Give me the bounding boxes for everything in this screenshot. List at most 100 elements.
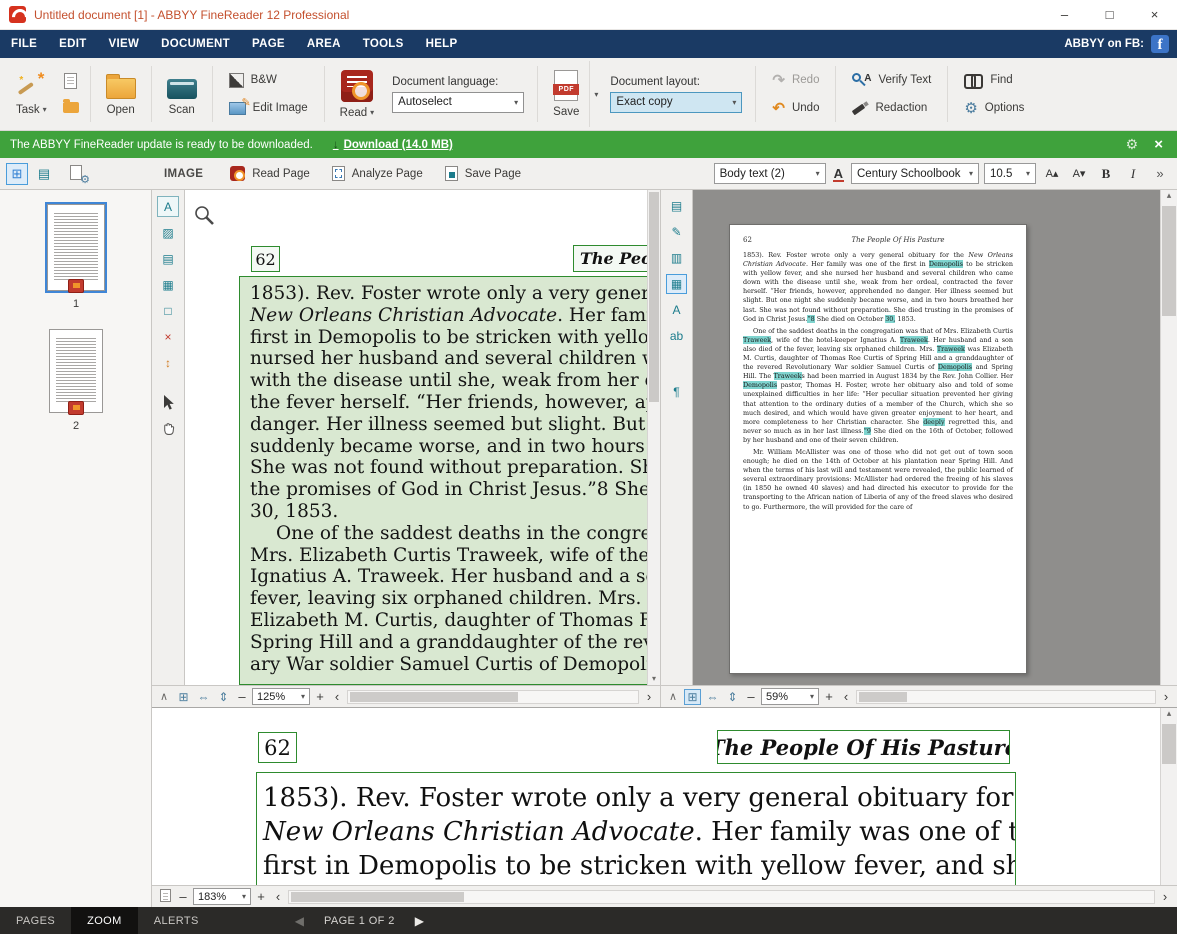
zoom-out-button[interactable]: – — [235, 689, 249, 704]
update-settings-gear-icon[interactable]: ⚙ — [1126, 136, 1139, 153]
redaction-button[interactable]: Redaction — [846, 96, 937, 121]
tab-pages[interactable]: PAGES — [0, 907, 71, 934]
zoom-in-button[interactable]: + — [254, 889, 268, 904]
zoom-window-page-icon[interactable] — [157, 889, 173, 905]
fit-height-icon[interactable]: ⇕ — [215, 689, 232, 705]
scrollbar-thumb[interactable] — [291, 892, 464, 902]
scroll-up-icon[interactable]: ▴ — [1167, 190, 1172, 200]
scrollbar-thumb[interactable] — [1162, 206, 1176, 316]
collapse-panel-icon[interactable]: ∧ — [665, 690, 681, 703]
spell-check-icon[interactable]: ab — [666, 326, 687, 346]
decrease-font-button[interactable]: A▾ — [1068, 163, 1090, 184]
open-recent-button[interactable] — [60, 98, 82, 118]
image-area-tool[interactable]: ▨ — [157, 222, 179, 243]
fit-page-icon[interactable]: ⊞ — [684, 689, 701, 705]
scroll-right-icon[interactable]: › — [1158, 889, 1172, 904]
image-horizontal-scrollbar[interactable] — [347, 690, 639, 704]
menu-item-document[interactable]: DOCUMENT — [150, 30, 241, 58]
scrollbar-thumb[interactable] — [649, 192, 659, 402]
increase-font-button[interactable]: A▴ — [1041, 163, 1063, 184]
pan-tool[interactable] — [157, 418, 179, 439]
text-vertical-scrollbar[interactable]: ▴ — [1160, 190, 1177, 685]
zoom-horizontal-scrollbar[interactable] — [288, 890, 1155, 904]
font-properties-icon[interactable]: A — [831, 166, 846, 181]
scrollbar-thumb[interactable] — [859, 692, 907, 702]
image-zoom-select[interactable]: 125%▾ — [252, 688, 310, 705]
options-button[interactable]: ⚙Options — [958, 96, 1030, 121]
scroll-down-icon[interactable]: ▾ — [648, 674, 660, 683]
recognized-paragraph[interactable]: One of the saddest deaths in the congreg… — [743, 327, 1013, 445]
menu-item-view[interactable]: VIEW — [98, 30, 151, 58]
close-button[interactable]: × — [1132, 0, 1177, 29]
redo-button[interactable]: ↷Redo — [766, 68, 825, 93]
menu-item-page[interactable]: PAGE — [241, 30, 296, 58]
delete-area-tool[interactable]: × — [157, 326, 179, 347]
analyze-page-button[interactable]: Analyze Page — [321, 158, 434, 189]
scrollbar-thumb[interactable] — [350, 692, 518, 702]
text-area-tool[interactable]: A — [157, 196, 179, 217]
exact-layout-view-icon[interactable]: ▦ — [666, 274, 687, 294]
open-button[interactable]: Open — [96, 61, 146, 127]
text-zoom-select[interactable]: 59%▾ — [761, 688, 819, 705]
page-properties-button[interactable]: ⚙ — [68, 164, 88, 184]
scanned-page-canvas[interactable]: 62 The People Of His Pasture 1853). Rev.… — [185, 190, 647, 685]
text-horizontal-scrollbar[interactable] — [856, 690, 1156, 704]
zoom-out-button[interactable]: – — [176, 889, 190, 904]
fit-width-icon[interactable]: ⇔ — [195, 689, 212, 705]
tab-alerts[interactable]: ALERTS — [138, 907, 215, 934]
read-page-button[interactable]: Read Page — [219, 158, 321, 189]
minimize-button[interactable]: – — [1042, 0, 1087, 29]
more-tools-icon[interactable]: » — [1149, 163, 1171, 184]
fit-height-icon[interactable]: ⇕ — [724, 689, 741, 705]
save-button[interactable]: PDF Save — [543, 61, 589, 127]
zoom-out-button[interactable]: – — [744, 689, 758, 704]
fit-page-icon[interactable]: ⊞ — [175, 689, 192, 705]
undo-button[interactable]: ↶Undo — [766, 96, 825, 121]
next-page-icon[interactable]: ▶ — [415, 914, 424, 928]
new-document-button[interactable] — [60, 71, 82, 91]
task-button[interactable]: ** Task▾ — [6, 61, 57, 127]
reorder-areas-tool[interactable]: ↕ — [157, 352, 179, 373]
scroll-left-icon[interactable]: ‹ — [839, 689, 853, 704]
page-number-area[interactable]: 62 — [251, 246, 280, 272]
paragraph-style-select[interactable]: Body text (2)▾ — [714, 163, 826, 184]
previous-page-icon[interactable]: ◀ — [295, 914, 304, 928]
zoom-vertical-scrollbar[interactable]: ▴ — [1160, 708, 1177, 886]
find-button[interactable]: Find — [958, 68, 1030, 93]
scroll-right-icon[interactable]: › — [642, 689, 656, 704]
font-size-select[interactable]: 10.5▾ — [984, 163, 1036, 184]
dismiss-notification-icon[interactable]: × — [1154, 136, 1163, 153]
zoom-in-button[interactable]: + — [313, 689, 327, 704]
scroll-left-icon[interactable]: ‹ — [271, 889, 285, 904]
recognized-text-canvas[interactable]: 62 The People Of His Pasture 1853). Rev.… — [693, 190, 1160, 685]
scroll-up-icon[interactable]: ▴ — [1167, 708, 1172, 718]
image-vertical-scrollbar[interactable]: ▾ — [647, 190, 660, 685]
collapse-panel-icon[interactable]: ∧ — [156, 690, 172, 703]
scroll-right-icon[interactable]: › — [1159, 689, 1173, 704]
save-options-button[interactable]: ▾ — [589, 61, 602, 127]
tab-zoom[interactable]: ZOOM — [71, 907, 138, 934]
menu-item-file[interactable]: FILE — [0, 30, 48, 58]
bold-button[interactable]: B — [1095, 163, 1117, 184]
thumbnails-view-button[interactable]: ⊞ — [6, 163, 28, 185]
export-results-icon[interactable]: ▤ — [666, 196, 687, 216]
facebook-icon[interactable]: f — [1151, 35, 1169, 53]
formatting-marks-icon[interactable]: ¶ — [666, 382, 687, 402]
page-view-icon[interactable]: ▥ — [666, 248, 687, 268]
menu-item-help[interactable]: HELP — [415, 30, 469, 58]
details-view-button[interactable]: ▤ — [33, 163, 55, 185]
select-tool[interactable] — [157, 392, 179, 413]
page-thumbnail-2[interactable] — [49, 329, 103, 413]
zoom-window-zoom-select[interactable]: 183%▾ — [193, 888, 251, 905]
running-head-area[interactable]: The People Of His Pasture — [573, 245, 647, 272]
menu-item-area[interactable]: AREA — [296, 30, 352, 58]
recognized-paragraph[interactable]: 1853). Rev. Foster wrote only a very gen… — [743, 251, 1013, 324]
read-button[interactable]: Read▾ — [330, 61, 385, 127]
verify-text-button[interactable]: AVerify Text — [846, 68, 937, 93]
menu-item-tools[interactable]: TOOLS — [352, 30, 415, 58]
document-language-select[interactable]: Autoselect▾ — [392, 92, 524, 113]
scan-button[interactable]: Scan — [157, 61, 207, 127]
page-thumbnail-1[interactable] — [47, 204, 105, 291]
menu-item-edit[interactable]: EDIT — [48, 30, 97, 58]
recognized-paragraph[interactable]: Mr. William McAllister was one of those … — [743, 448, 1013, 512]
